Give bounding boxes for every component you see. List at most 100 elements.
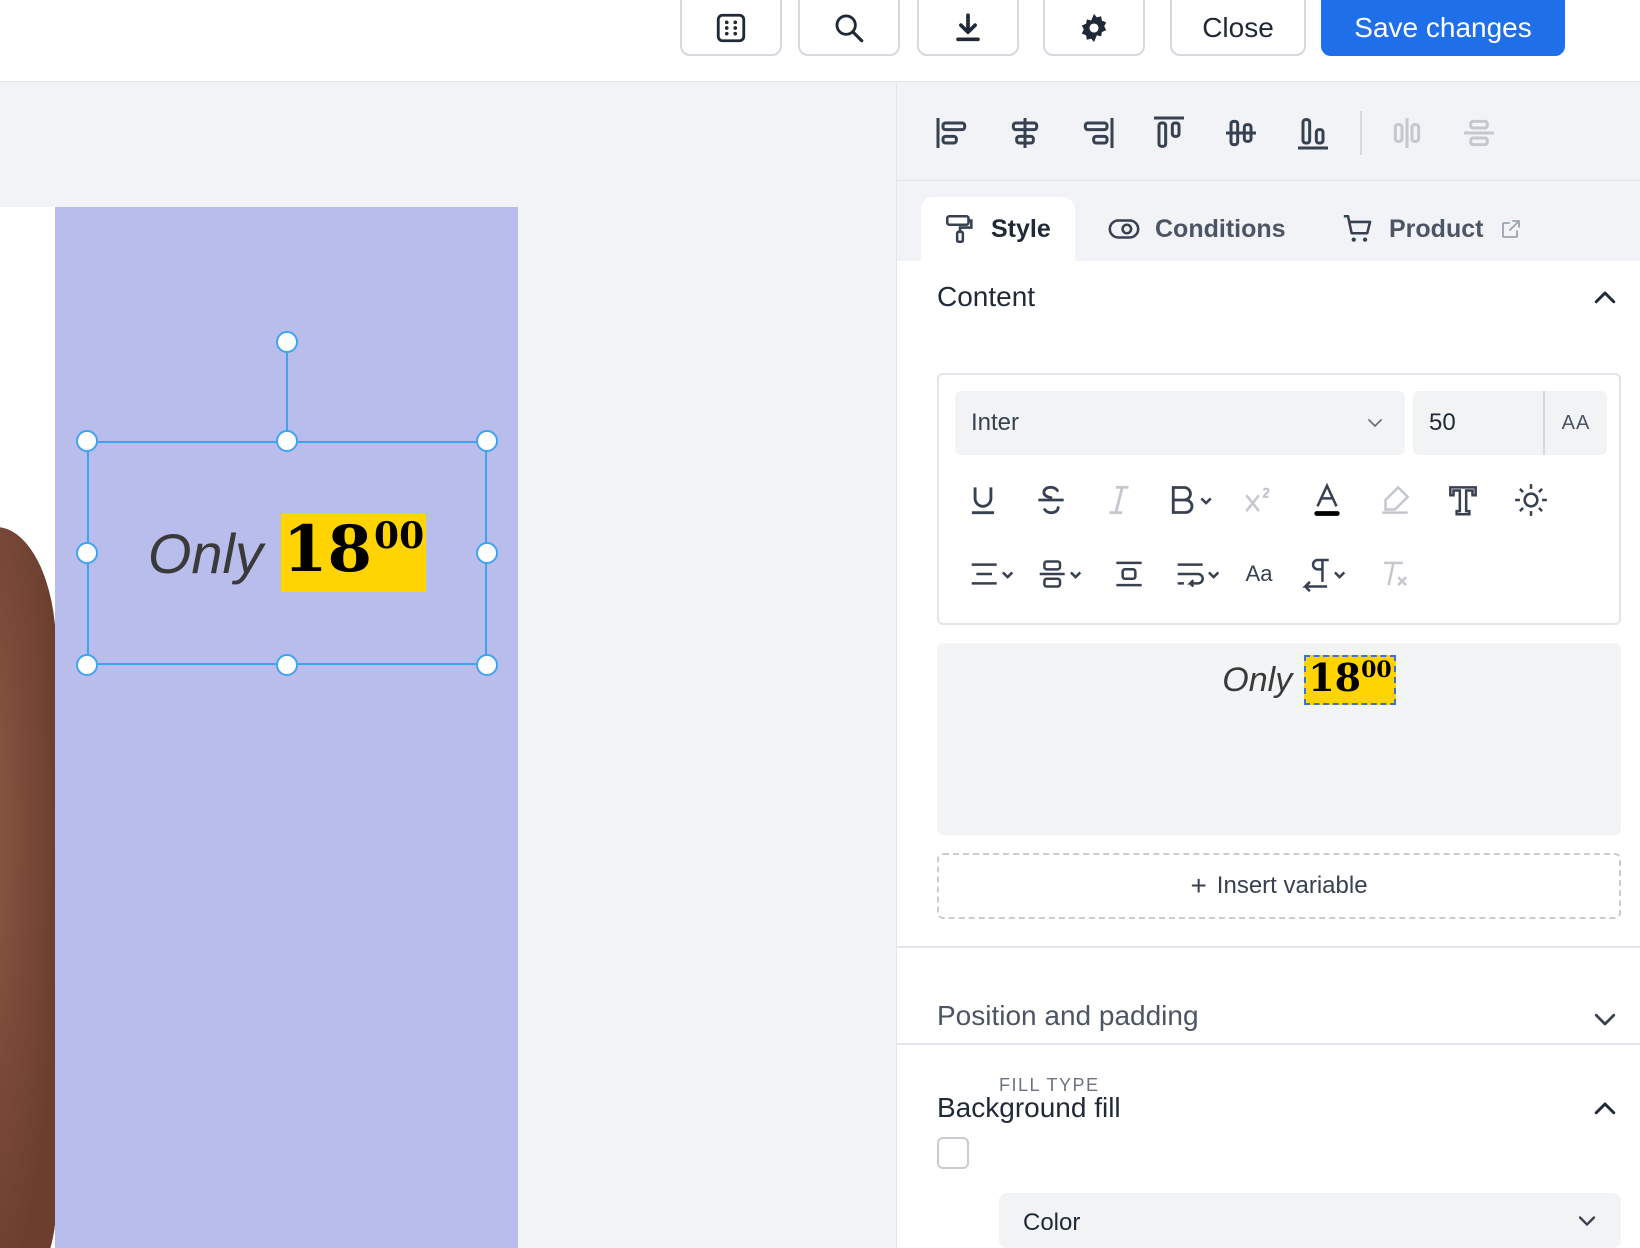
superscript-icon	[1245, 487, 1270, 512]
insert-variable-button[interactable]: + Insert variable	[937, 853, 1621, 919]
external-link-icon	[1502, 220, 1521, 238]
align-right-icon	[1083, 118, 1114, 148]
alignment-toolbar	[897, 83, 1640, 181]
font-size-field[interactable]: 50 AA	[1413, 391, 1607, 455]
background-section-title[interactable]: Background fill	[937, 1092, 1121, 1124]
distribute-horizontal-button[interactable]	[1387, 113, 1427, 153]
case-button[interactable]: Aa	[1229, 549, 1289, 599]
chevron-down-icon[interactable]	[1590, 1004, 1620, 1034]
highlight-button[interactable]	[1365, 475, 1425, 525]
italic-button[interactable]	[1089, 475, 1149, 525]
resize-handle-bottom[interactable]	[276, 654, 298, 676]
chevron-up-icon[interactable]	[1590, 283, 1620, 313]
tab-style[interactable]: Style	[921, 197, 1075, 261]
align-text-icon	[971, 563, 1014, 585]
tab-conditions-label: Conditions	[1155, 214, 1286, 243]
resize-handle-top-left[interactable]	[76, 430, 98, 452]
distribute-horizontal-icon	[1393, 118, 1421, 148]
spacing-button[interactable]	[1099, 549, 1159, 599]
strikethrough-icon	[1038, 485, 1064, 515]
align-top-button[interactable]	[1149, 113, 1189, 153]
effects-button[interactable]	[1501, 475, 1561, 525]
distribute-vertical-icon	[1464, 119, 1494, 147]
insert-variable-label: Insert variable	[1216, 872, 1368, 899]
bold-dropdown[interactable]	[1157, 475, 1227, 525]
rotation-line	[286, 342, 288, 442]
align-left-icon	[936, 118, 967, 148]
download-icon	[956, 13, 980, 42]
chevron-down-icon	[1368, 419, 1382, 428]
fill-type-select[interactable]: Color	[999, 1193, 1621, 1248]
text-color-button[interactable]	[1297, 475, 1357, 525]
text-align-dropdown[interactable]	[959, 549, 1025, 599]
align-center-vertical-button[interactable]	[1221, 113, 1261, 153]
download-button[interactable]	[917, 0, 1019, 56]
vertical-align-dropdown[interactable]	[1027, 549, 1093, 599]
preview-only-text: Only	[1222, 660, 1293, 699]
preview-price-superscript: 00	[1361, 657, 1392, 683]
position-section-title[interactable]: Position and padding	[937, 1000, 1199, 1032]
bold-icon	[1171, 486, 1212, 514]
fill-enabled-checkbox[interactable]	[937, 1137, 969, 1169]
properties-panel: Style Conditions Product Content Inter 5…	[896, 83, 1640, 1248]
font-family-select[interactable]: Inter	[955, 391, 1405, 455]
align-left-button[interactable]	[933, 113, 973, 153]
layout-grid-button[interactable]	[680, 0, 782, 56]
save-changes-button[interactable]: Save changes	[1321, 0, 1565, 56]
text-color-icon	[1314, 482, 1340, 516]
toolbar-divider	[1360, 111, 1362, 155]
wrap-dropdown[interactable]	[1165, 549, 1231, 599]
text-style-button[interactable]	[1433, 475, 1493, 525]
preview-variable-chip[interactable]: 18 00	[1304, 655, 1396, 705]
align-center-horizontal-button[interactable]	[1005, 113, 1045, 153]
resize-handle-bottom-left[interactable]	[76, 654, 98, 676]
section-divider	[897, 946, 1640, 948]
section-divider	[897, 1043, 1640, 1045]
toggle-icon	[1108, 219, 1140, 239]
tab-product[interactable]: Product	[1341, 197, 1537, 261]
tab-conditions[interactable]: Conditions	[1107, 197, 1286, 261]
align-right-button[interactable]	[1077, 113, 1117, 153]
resize-handle-right[interactable]	[476, 542, 498, 564]
superscript-button[interactable]	[1229, 475, 1289, 525]
distribute-vertical-button[interactable]	[1459, 113, 1499, 153]
spacing-icon	[1116, 561, 1142, 587]
panel-tabs: Style Conditions Product	[897, 181, 1640, 261]
clear-format-icon	[1383, 561, 1407, 586]
direction-icon	[1302, 558, 1346, 593]
highlight-icon	[1382, 485, 1410, 514]
clear-format-button[interactable]	[1365, 549, 1425, 599]
tab-style-label: Style	[991, 214, 1051, 243]
resize-handle-top-right[interactable]	[476, 430, 498, 452]
grid-icon	[716, 13, 746, 43]
align-bottom-button[interactable]	[1293, 113, 1333, 153]
vertical-align-icon	[1039, 560, 1082, 588]
preview-price-main: 18	[1308, 655, 1362, 700]
resize-handle-left[interactable]	[76, 542, 98, 564]
underline-icon	[971, 487, 995, 515]
tab-product-label: Product	[1389, 214, 1484, 243]
align-center-horizontal-icon	[1011, 118, 1039, 148]
strikethrough-button[interactable]	[1021, 475, 1081, 525]
wrap-icon	[1177, 563, 1220, 588]
font-size-value: 50	[1429, 409, 1456, 436]
chevron-up-icon[interactable]	[1590, 1094, 1620, 1124]
settings-button[interactable]	[1043, 0, 1145, 56]
gear-icon	[1081, 13, 1107, 43]
font-family-value: Inter	[971, 409, 1020, 436]
underline-button[interactable]	[953, 475, 1013, 525]
text-case-toggle[interactable]: AA	[1543, 391, 1607, 455]
paint-roller-icon	[945, 214, 973, 244]
resize-handle-bottom-right[interactable]	[476, 654, 498, 676]
design-canvas[interactable]: Only 18 00	[0, 83, 896, 1248]
chevron-down-icon	[1578, 1216, 1596, 1227]
close-button[interactable]: Close	[1170, 0, 1306, 56]
resize-handle-top[interactable]	[276, 430, 298, 452]
text-content-editor[interactable]: Only 18 00	[937, 643, 1621, 835]
page-background	[0, 207, 56, 1248]
align-bottom-icon	[1298, 118, 1328, 150]
rotate-handle[interactable]	[276, 331, 298, 353]
selection-box	[87, 441, 487, 665]
search-button[interactable]	[798, 0, 900, 56]
direction-dropdown[interactable]	[1291, 549, 1357, 599]
